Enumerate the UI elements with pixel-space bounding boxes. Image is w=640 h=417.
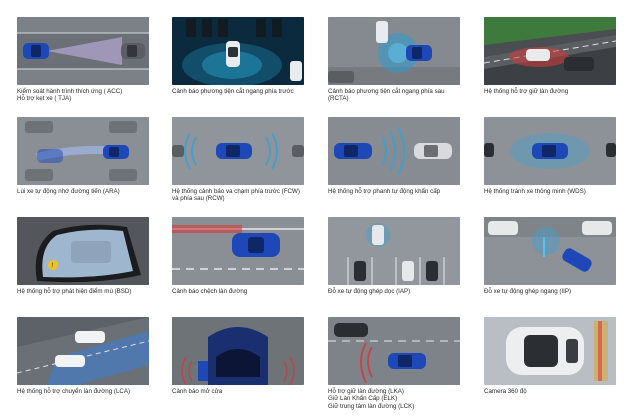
iip-caption: Đỗ xe tự động ghép ngang (IIP)	[484, 288, 572, 295]
acc-illustration	[17, 17, 149, 85]
iap-illustration	[328, 217, 460, 285]
rcta-caption: Cảnh báo phương tiện cắt ngang phía sau(…	[328, 88, 445, 103]
feature-card-rcta[interactable]: Cảnh báo phương tiện cắt ngang phía sau(…	[328, 17, 460, 103]
feature-card-door[interactable]: Cảnh báo mở cửa	[172, 317, 304, 395]
feature-card-ara[interactable]: Lùi xe tự động nhớ đường tiến (ARA)	[17, 117, 149, 195]
fcta-illustration	[172, 17, 304, 85]
bsd-illustration: !	[17, 217, 149, 285]
feature-card-lca[interactable]: Hệ thống hỗ trợ chuyển làn đường (LCA)	[17, 317, 149, 395]
lkc-illustration	[328, 317, 460, 385]
ara-caption: Lùi xe tự động nhớ đường tiến (ARA)	[17, 188, 120, 195]
feature-card-bsd[interactable]: ! Hệ thống hỗ trợ phát hiện điểm mù (BSD…	[17, 217, 149, 295]
lca-caption: Hệ thống hỗ trợ chuyển làn đường (LCA)	[17, 388, 131, 395]
ldw-illustration	[172, 217, 304, 285]
feature-grid: Kiểm soát hành trình thích ứng ( ACC) Hỗ …	[0, 0, 640, 417]
bsd-caption: Hệ thống hỗ trợ phát hiện điểm mù (BSD)	[17, 288, 132, 295]
cam360-caption: Camera 360 độ	[484, 388, 527, 395]
iap-caption: Đỗ xe tự động ghép dọc (IAP)	[328, 288, 411, 295]
iip-illustration	[484, 217, 616, 285]
lkc-caption: Hỗ trợ giữ làn đường (LKA) Giữ Làn Khẩn C…	[328, 388, 415, 410]
door-caption: Cảnh báo mở cửa	[172, 388, 223, 395]
feature-card-aeb[interactable]: Hệ thống hỗ trợ phanh tự động khẩn cấp	[328, 117, 460, 195]
acc-caption: Kiểm soát hành trình thích ứng ( ACC) Hỗ …	[17, 88, 123, 103]
feature-card-iap[interactable]: Đỗ xe tự động ghép dọc (IAP)	[328, 217, 460, 295]
feature-card-acc[interactable]: Kiểm soát hành trình thích ứng ( ACC) Hỗ …	[17, 17, 149, 103]
wds-caption: Hệ thống tránh xe thông minh (WDS)	[484, 188, 586, 195]
lka-caption: Hệ thống hỗ trợ giữ làn đường	[484, 88, 569, 95]
ldw-caption: Cảnh báo chệch làn đường	[172, 288, 248, 295]
rcta-illustration	[328, 17, 460, 85]
fcta-caption: Cảnh báo phương tiện cắt ngang phía trướ…	[172, 88, 294, 95]
feature-card-cam360[interactable]: Camera 360 độ	[484, 317, 616, 395]
lca-illustration	[17, 317, 149, 385]
aeb-illustration	[328, 117, 460, 185]
cam360-illustration	[484, 317, 616, 385]
feature-card-ldw[interactable]: Cảnh báo chệch làn đường	[172, 217, 304, 295]
feature-card-iip[interactable]: Đỗ xe tự động ghép ngang (IIP)	[484, 217, 616, 295]
feature-card-wds[interactable]: Hệ thống tránh xe thông minh (WDS)	[484, 117, 616, 195]
svg-text:!: !	[51, 262, 53, 269]
ara-illustration	[17, 117, 149, 185]
wds-illustration	[484, 117, 616, 185]
fcw-caption: Hệ thống cảnh báo va chạm phía trước (FC…	[172, 188, 300, 203]
feature-card-fcw[interactable]: Hệ thống cảnh báo va chạm phía trước (FC…	[172, 117, 304, 203]
aeb-caption: Hệ thống hỗ trợ phanh tự động khẩn cấp	[328, 188, 441, 195]
feature-card-lkc[interactable]: Hỗ trợ giữ làn đường (LKA) Giữ Làn Khẩn C…	[328, 317, 460, 410]
lka-illustration	[484, 17, 616, 85]
feature-card-fcta[interactable]: Cảnh báo phương tiện cắt ngang phía trướ…	[172, 17, 304, 95]
feature-card-lka[interactable]: Hệ thống hỗ trợ giữ làn đường	[484, 17, 616, 95]
fcw-illustration	[172, 117, 304, 185]
door-illustration	[172, 317, 304, 385]
